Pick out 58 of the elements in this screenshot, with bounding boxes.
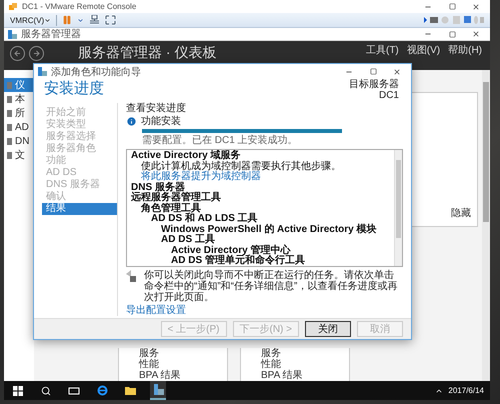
pane-item[interactable]: BPA 结果 <box>139 370 227 381</box>
caret-icon[interactable] <box>77 16 84 24</box>
pane-item[interactable]: 服务 <box>261 348 349 359</box>
fullscreen-icon[interactable] <box>105 15 116 25</box>
promote-link[interactable]: 将此服务器提升为域控制器 <box>131 172 390 182</box>
pause-icon[interactable] <box>62 15 72 25</box>
result-note: 使此计算机成为域控制器需要执行其他步骤。 <box>140 162 342 172</box>
sidebar-item[interactable]: 文 <box>4 148 34 162</box>
result-item: Active Directory 管理中心 <box>170 246 290 256</box>
section-title: 查看安装进度 <box>126 103 187 114</box>
forward-icon[interactable] <box>29 46 44 61</box>
result-item: AD DS 和 AD LDS 工具 <box>150 214 259 224</box>
pane-item[interactable]: 性能 <box>261 359 349 370</box>
hide-link[interactable]: 隐藏 <box>451 206 471 220</box>
vmware-icon <box>8 2 18 12</box>
notification-icon <box>126 270 138 282</box>
export-link[interactable]: 导出配置设置 <box>126 305 403 316</box>
result-item: 远程服务器管理工具 <box>131 193 222 203</box>
date-text: 2017/6/14 <box>448 386 484 395</box>
wizard-heading: 安装进度 <box>44 79 104 99</box>
tip-text: 你可以关闭此向导而不中断正在运行的任务。请依次单击命令栏中的“通知”和“任务详细信息”，以查看任务进度或再次打开此页面。 <box>144 270 398 303</box>
server-manager-icon <box>8 30 17 38</box>
sidebar-item[interactable]: 所 <box>4 106 34 120</box>
sidebar-item[interactable]: AD <box>4 120 34 134</box>
target-label: 目标服务器 <box>349 79 399 90</box>
pane-item[interactable]: 服务 <box>139 348 227 359</box>
dialog-title: 添加角色和功能向导 <box>51 66 142 78</box>
sidebar-item[interactable]: DN <box>4 134 34 148</box>
scrollbar[interactable] <box>482 70 490 381</box>
caret-icon <box>44 16 52 24</box>
scrollbar[interactable] <box>394 150 402 266</box>
wizard-step[interactable]: 结果 <box>42 203 117 215</box>
network-icon[interactable] <box>89 15 100 25</box>
app-title: 服务器管理器 <box>21 28 82 41</box>
pane-item[interactable]: 性能 <box>139 359 227 370</box>
result-item: AD DS 管理单元和命令行工具 <box>170 256 306 266</box>
status-message: 需要配置。已在 DC1 上安装成功。 <box>141 135 299 146</box>
status-label: 功能安装 <box>141 116 181 127</box>
vmrc-menu[interactable]: VMRC(V) <box>10 16 52 24</box>
server-manager-icon[interactable] <box>150 381 166 400</box>
sidebar-item[interactable]: 仪 <box>4 78 34 92</box>
menu-item[interactable]: 视图(V) <box>404 43 442 57</box>
result-item: 角色管理工具 <box>140 204 202 214</box>
menu-item[interactable]: 工具(T) <box>364 43 401 57</box>
back-icon[interactable] <box>10 46 25 61</box>
result-item: Windows PowerShell 的 Active Directory 模块 <box>160 224 378 234</box>
target-server: DC1 <box>378 90 399 101</box>
window-title: DC1 - VMware Remote Console <box>22 2 138 11</box>
info-icon <box>126 116 137 127</box>
menu-item[interactable]: 帮助(H) <box>446 43 484 57</box>
result-item: Active Directory 域服务 <box>131 151 242 161</box>
result-item: DNS 服务器 <box>131 182 185 192</box>
result-item: AD DS 工具 <box>160 235 216 246</box>
pane-item[interactable]: BPA 结果 <box>261 370 349 381</box>
wizard-icon <box>38 67 47 76</box>
page-title: 服务器管理器 · 仪表板 <box>78 44 218 62</box>
sidebar-item[interactable]: 本 <box>4 92 34 106</box>
wizard-button[interactable]: 关闭 <box>305 321 351 337</box>
